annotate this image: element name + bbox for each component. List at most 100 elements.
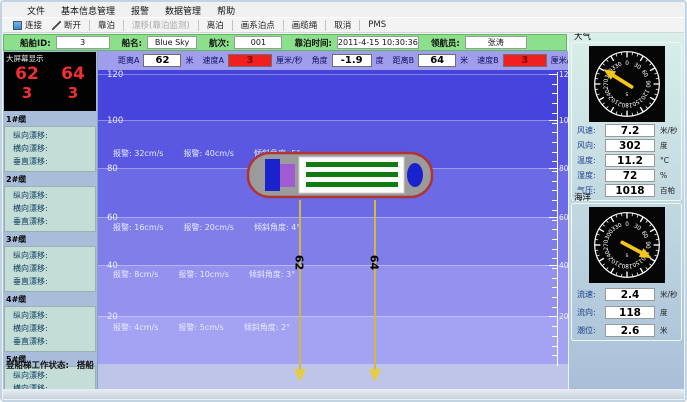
info-field-input[interactable]: Blue Sky [147,36,197,49]
readout-value: 2.6 [605,324,655,337]
tool-button-1[interactable]: 断开 [47,18,86,32]
measure-unit: 厘米/秒 [276,55,303,66]
toolbar-separator [89,20,90,31]
info-field-label: 航次: [209,37,229,49]
svg-text:S: S [625,253,628,259]
readout-row: 风速:7.2米/秒 [577,124,681,137]
readout-value: 11.2 [605,154,655,167]
alarm-threshold-row: 报警: 8cm/s报警: 10cm/s倾斜角度: 3° [113,269,315,280]
section-header-3: 3#缆 [3,232,97,246]
chart-gridline [98,316,558,317]
info-field-input[interactable]: 2011-4-15 10:30:36 [337,36,419,49]
ship-bridge-block [265,159,280,191]
drift-row-label: 垂直漂移: [5,155,95,168]
scale-label-right: 100 [559,117,568,125]
wind-direction-gauge: 0306090120150180210240270300330S [589,46,665,122]
ocean-panel-title: 海洋 [570,194,683,203]
info-field-4: 领航员: 张涛 [419,36,527,49]
scale-label-right: 60 [559,214,568,222]
ruler-minor-tick [552,316,557,317]
readout-unit: 米/秒 [660,125,678,136]
menu-item-0[interactable]: 文件 [19,3,53,18]
section-body-4: 纵向漂移:横向漂移:垂直漂移: [4,306,96,352]
drift-row-label: 纵向漂移: [5,309,95,322]
section-body-2: 纵向漂移:横向漂移:垂直漂移: [4,186,96,232]
readout-label: 流速: [577,289,605,300]
ruler-minor-tick [552,346,557,347]
tool-button-7[interactable]: 取消 [329,18,356,32]
ship-purple-block [280,164,295,187]
menu-item-1[interactable]: 基本信息管理 [53,3,123,18]
readout-unit: °C [660,156,669,165]
current-direction-gauge: 0306090120150180210240270300330S [589,207,665,283]
tool-button-5[interactable]: 画系泊点 [236,18,280,32]
readout-label: 温度: [577,155,605,166]
ruler-minor-tick [552,355,557,356]
readout-unit: 度 [660,140,668,151]
info-field-label: 靠泊时间: [294,37,331,49]
info-field-input[interactable]: 001 [234,36,282,49]
readout-label: 潮位: [577,325,605,336]
ruler-minor-tick [552,171,557,172]
info-field-0: 船舶ID:3 [8,36,110,49]
tool-button-3[interactable]: 漂移(靠泊监测) [127,18,195,32]
chart-gridline [98,120,558,121]
drift-row-label: 横向漂移: [5,322,95,335]
chart-band [98,70,568,120]
readout-unit: 米/秒 [660,289,678,300]
measure-line-arrow [369,369,381,382]
readout-value: 72 [605,169,655,182]
alarm-speed-b: 报警: 20cm/s [183,222,233,233]
chart-gridline [98,74,558,75]
ruler-minor-tick [552,287,557,288]
measure-value-alarm: 3 [503,54,547,67]
readout-unit: 米 [660,325,668,336]
tool-button-8[interactable]: PMS [363,19,391,31]
tool-button-2[interactable]: 靠泊 [93,18,120,32]
toolbar-separator [283,20,284,31]
alarm-angle: 倾斜角度: 3° [249,269,295,280]
menu-item-3[interactable]: 数据管理 [157,3,209,18]
alarm-speed-a: 报警: 4cm/s [113,322,158,333]
gangway-status-value: 搭船 [77,359,94,371]
tool-button-0[interactable]: 连接 [8,18,47,32]
menu-item-2[interactable]: 报警 [123,3,157,18]
info-field-2: 航次: 001 [197,36,282,49]
readout-row: 湿度:72% [577,169,681,182]
big-screen-speeds: 33 [4,86,96,101]
scale-label-right: 80 [559,165,568,173]
readout-row: 风向:302度 [577,139,681,152]
big-screen-title: 大屏幕显示 [4,52,96,64]
alarm-threshold-row: 报警: 16cm/s报警: 20cm/s倾斜角度: 4° [113,222,320,233]
alarm-threshold-row: 报警: 4cm/s报警: 5cm/s倾斜角度: 2° [113,322,310,333]
ruler-minor-tick [552,93,557,94]
ruler-minor-tick [552,220,557,221]
info-field-input[interactable]: 3 [56,36,110,49]
tool-button-6[interactable]: 画缆绳 [287,18,323,32]
measure-line-distance-label: 64 [368,255,381,271]
info-field-label: 领航员: [431,37,460,49]
drift-row-label: 垂直漂移: [5,275,95,288]
measure-label: 速度B [477,55,499,66]
info-field-input[interactable]: 张涛 [465,36,527,49]
measure-value: 62 [143,54,181,67]
toolbar-separator [232,20,233,31]
measure-value-alarm: 3 [228,54,272,67]
scale-label-left: 80 [107,165,118,174]
menu-item-4[interactable]: 帮助 [209,3,243,18]
alarm-speed-a: 报警: 16cm/s [113,222,163,233]
readout-label: 流向: [577,307,605,318]
tool-button-4[interactable]: 离泊 [202,18,229,32]
scale-label-left: 100 [107,117,123,126]
toolbar-separator [359,20,360,31]
gangway-status-label: 登船梯工作状态: [6,359,69,371]
atmosphere-readouts: 风速:7.2米/秒风向:302度温度:11.2°C湿度:72%气压:1018百帕 [572,124,681,197]
scale-label-right: 20 [559,313,568,321]
svg-text:0: 0 [625,61,629,67]
measure-label: 速度A [202,55,223,66]
ruler-minor-tick [552,278,557,279]
ocean-panel-frame: 0306090120150180210240270300330S 流速:2.4米… [571,203,682,341]
ruler-major-tick [549,120,557,121]
tool-button-label: 连接 [25,19,42,31]
ruler-minor-tick [552,336,557,337]
